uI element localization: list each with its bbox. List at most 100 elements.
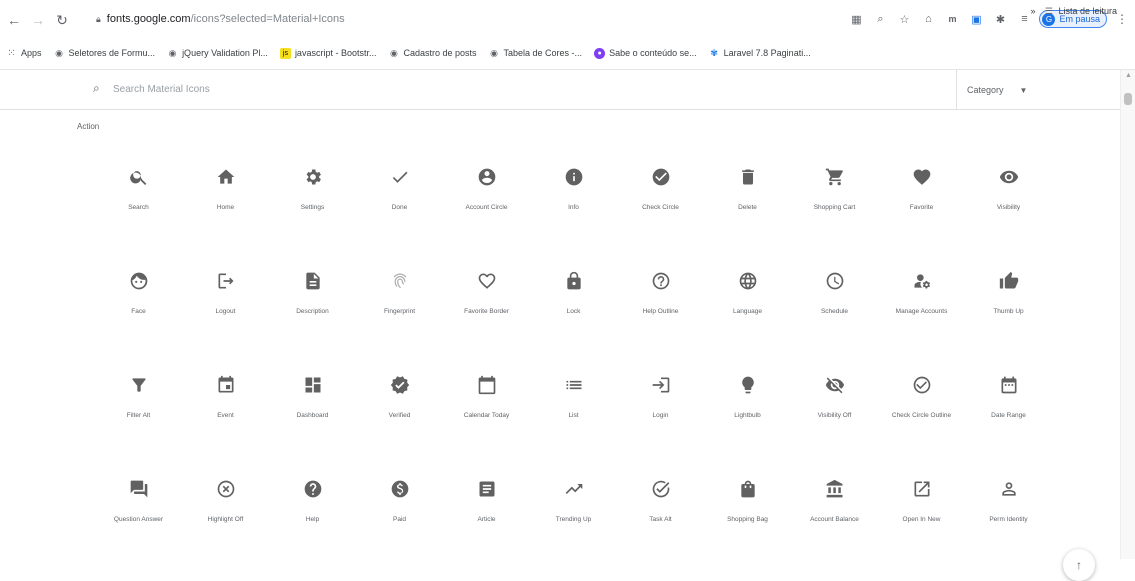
article-icon xyxy=(475,477,499,501)
bookmark-label: Tabela de Cores -... xyxy=(503,48,583,58)
bookmark-item[interactable]: ◉ Seletores de Formu... xyxy=(54,48,155,59)
icon-tile-face[interactable]: Face xyxy=(95,269,182,373)
schedule-icon xyxy=(823,269,847,293)
icon-tile-open-in-new[interactable]: Open In New xyxy=(878,477,965,581)
search-input[interactable] xyxy=(113,80,613,98)
puzzle-icon[interactable]: ✱ xyxy=(991,10,1009,28)
address-bar[interactable]: 🔒︎ fonts.google.com /icons?selected=Mate… xyxy=(96,8,796,30)
icon-tile-calendar-today[interactable]: Calendar Today xyxy=(443,373,530,477)
icon-tile-fingerprint[interactable]: Fingerprint xyxy=(356,269,443,373)
icon-tile-shopping-bag[interactable]: Shopping Bag xyxy=(704,477,791,581)
icon-tile-help-outline[interactable]: Help Outline xyxy=(617,269,704,373)
bookmark-item[interactable]: ◉ jQuery Validation Pl... xyxy=(167,48,268,59)
laravel-icon: ✾ xyxy=(710,47,718,58)
icon-tile-shopping-cart[interactable]: Shopping Cart xyxy=(791,165,878,269)
icon-tile-lock[interactable]: Lock xyxy=(530,269,617,373)
icon-label: Home xyxy=(216,204,235,211)
icon-tile-login[interactable]: Login xyxy=(617,373,704,477)
icon-tile-check-circle[interactable]: Check Circle xyxy=(617,165,704,269)
star-icon[interactable]: ☆ xyxy=(895,10,913,28)
icon-tile-perm-identity[interactable]: Perm Identity xyxy=(965,477,1052,581)
icon-tile-help[interactable]: Help xyxy=(269,477,356,581)
category-label: Category xyxy=(967,85,1004,95)
icon-tile-schedule[interactable]: Schedule xyxy=(791,269,878,373)
bookmark-item[interactable]: ✾ Laravel 7.8 Paginati... xyxy=(709,47,810,59)
apps-icon: ⁙ xyxy=(7,47,16,59)
bookmark-item[interactable]: ● Sabe o conteúdo se... xyxy=(594,47,697,59)
icon-tile-filter-alt[interactable]: Filter Alt xyxy=(95,373,182,477)
face-icon xyxy=(127,269,151,293)
icon-tile-home[interactable]: Home xyxy=(182,165,269,269)
search-icon xyxy=(127,165,151,189)
bookmark-label: Apps xyxy=(21,48,42,58)
bookmarks-right: » ☰ Lista de leitura xyxy=(1030,0,1129,22)
icon-tile-settings[interactable]: Settings xyxy=(269,165,356,269)
icon-tile-favorite-border[interactable]: Favorite Border xyxy=(443,269,530,373)
reload-icon[interactable]: ↻ xyxy=(52,10,72,30)
icon-label: Check Circle Outline xyxy=(891,412,952,419)
icon-tile-dashboard[interactable]: Dashboard xyxy=(269,373,356,477)
page-content: ⌕ Category ▼ Action Search Home Settings Do… xyxy=(0,70,1135,581)
icon-label: Delete xyxy=(738,204,757,211)
js-icon: js xyxy=(279,47,291,59)
scrollbar-thumb[interactable] xyxy=(1124,93,1132,105)
scroll-to-top-button[interactable]: ↑ xyxy=(1063,549,1095,581)
open-in-new-icon xyxy=(910,477,934,501)
icon-label: Filter Alt xyxy=(126,412,151,419)
icon-tile-account-circle[interactable]: Account Circle xyxy=(443,165,530,269)
bookmark-item[interactable]: ◉ Cadastro de posts xyxy=(388,48,476,59)
icon-tile-search[interactable]: Search xyxy=(95,165,182,269)
extension-square-icon[interactable]: ▣ xyxy=(967,10,985,28)
icon-label: Description xyxy=(296,308,329,315)
category-dropdown[interactable]: Category ▼ xyxy=(956,70,1120,110)
icon-label: Help Outline xyxy=(642,308,679,315)
icon-tile-description[interactable]: Description xyxy=(269,269,356,373)
extension-home-icon[interactable]: ⌂ xyxy=(919,10,937,28)
icon-tile-language[interactable]: Language xyxy=(704,269,791,373)
icon-tile-logout[interactable]: Logout xyxy=(182,269,269,373)
icon-tile-check-circle-outline[interactable]: Check Circle Outline xyxy=(878,373,965,477)
icon-tile-manage-accounts[interactable]: Manage Accounts xyxy=(878,269,965,373)
icon-label: Schedule xyxy=(820,308,849,315)
manage-accounts-icon xyxy=(910,269,934,293)
icon-tile-paid[interactable]: Paid xyxy=(356,477,443,581)
icon-tile-list[interactable]: List xyxy=(530,373,617,477)
bookmark-item[interactable]: ◉ Tabela de Cores -... xyxy=(489,47,583,59)
icon-tile-trending-up[interactable]: Trending Up xyxy=(530,477,617,581)
icon-tile-delete[interactable]: Delete xyxy=(704,165,791,269)
bookmark-item[interactable]: ⁙ Apps xyxy=(6,47,42,59)
lock-icon: 🔒︎ xyxy=(96,13,101,24)
icon-tile-date-range[interactable]: Date Range xyxy=(965,373,1052,477)
icon-tile-task-alt[interactable]: Task Alt xyxy=(617,477,704,581)
favorite-icon xyxy=(910,165,934,189)
icon-tile-favorite[interactable]: Favorite xyxy=(878,165,965,269)
icon-tile-info[interactable]: Info xyxy=(530,165,617,269)
translate-icon[interactable]: ▦ xyxy=(847,10,865,28)
icon-label: Search xyxy=(128,204,149,211)
icon-tile-visibility[interactable]: Visibility xyxy=(965,165,1052,269)
icon-tile-article[interactable]: Article xyxy=(443,477,530,581)
scroll-up-arrow-icon[interactable]: ▲ xyxy=(1125,72,1132,79)
purple-icon: ● xyxy=(594,47,606,59)
icon-tile-question-answer[interactable]: Question Answer xyxy=(95,477,182,581)
icon-tile-highlight-off[interactable]: Highlight Off xyxy=(182,477,269,581)
back-icon[interactable]: ← xyxy=(4,10,24,30)
reading-list-button[interactable]: ☰ Lista de leitura xyxy=(1043,6,1117,17)
icon-label: Account Circle xyxy=(465,204,508,211)
bookmark-item[interactable]: js javascript - Bootstr... xyxy=(279,47,376,59)
bookmarks-more-button[interactable]: » xyxy=(1030,6,1035,16)
icon-tile-done[interactable]: Done xyxy=(356,165,443,269)
extension-m-icon[interactable]: m xyxy=(943,10,961,28)
icon-tile-verified[interactable]: Verified xyxy=(356,373,443,477)
scrollbar[interactable]: ▲ xyxy=(1120,70,1135,559)
globe-icon: ◉ xyxy=(490,47,498,58)
forward-icon[interactable]: → xyxy=(28,10,48,30)
zoom-icon[interactable]: ⌕ xyxy=(871,10,889,28)
icon-tile-event[interactable]: Event xyxy=(182,373,269,477)
check-circle-icon xyxy=(649,165,673,189)
arrow-up-icon: ↑ xyxy=(1076,558,1082,572)
icon-tile-visibility-off[interactable]: Visibility Off xyxy=(791,373,878,477)
icon-tile-account-balance[interactable]: Account Balance xyxy=(791,477,878,581)
icon-tile-lightbulb[interactable]: Lightbulb xyxy=(704,373,791,477)
icon-tile-thumb-up[interactable]: Thumb Up xyxy=(965,269,1052,373)
